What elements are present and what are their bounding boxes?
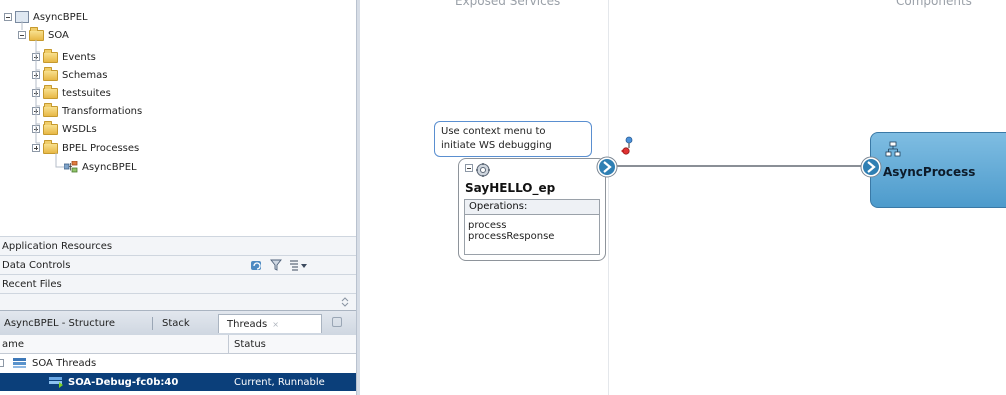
operation-item[interactable]: process	[465, 220, 599, 231]
maximize-icon[interactable]	[332, 317, 342, 327]
component-name: AsyncProcess	[883, 165, 976, 179]
column-header-status[interactable]: Status	[234, 339, 266, 350]
section-data-controls[interactable]: Data Controls	[0, 255, 356, 275]
tab-label: AsyncBPEL - Structure	[4, 318, 116, 329]
thread-group-row[interactable]: SOA Threads	[0, 354, 356, 372]
service-node-sayhello[interactable]: SayHELLO_ep Operations: process processR…	[458, 158, 606, 261]
swimlane-title: Exposed Services	[455, 0, 561, 8]
thread-name: SOA-Debug-fc0b:40	[68, 377, 179, 388]
options-menu-icon[interactable]	[288, 259, 308, 272]
tab-divider	[152, 317, 153, 330]
refresh-icon[interactable]	[250, 259, 264, 272]
close-icon[interactable]: ×	[272, 320, 279, 329]
structure-tabs: AsyncBPEL - Structure Stack Threads ×	[0, 310, 356, 336]
filter-icon[interactable]	[270, 259, 282, 272]
thread-status: Current, Runnable	[234, 377, 325, 388]
tab-label: Stack	[162, 318, 190, 329]
operations-box: Operations: process processResponse	[464, 199, 600, 255]
service-name: SayHELLO_ep	[465, 181, 556, 195]
threads-icon	[13, 358, 26, 368]
tooltip-line: initiate WS debugging	[441, 140, 552, 151]
section-label: Recent Files	[2, 279, 62, 290]
tab-structure[interactable]: AsyncBPEL - Structure	[4, 314, 144, 333]
tab-label: Threads	[227, 318, 268, 330]
collapse-icon[interactable]	[465, 164, 473, 172]
tab-threads[interactable]: Threads ×	[218, 314, 322, 333]
tooltip: Use context menu to initiate WS debuggin…	[434, 121, 592, 157]
component-node-asyncprocess[interactable]: AsyncProcess	[870, 132, 1006, 208]
thread-row-selected[interactable]: SOA-Debug-fc0b:40 Current, Runnable	[0, 373, 356, 391]
thread-icon	[49, 377, 63, 388]
collapse-icon[interactable]	[0, 359, 4, 367]
tooltip-line: Use context menu to	[441, 126, 546, 137]
column-divider[interactable]	[228, 335, 229, 353]
tab-stack[interactable]: Stack	[162, 314, 206, 333]
section-recent-files[interactable]: Recent Files	[0, 274, 356, 294]
header-components: Components	[840, 0, 1006, 14]
web-service-icon	[476, 163, 490, 177]
thread-group-label: SOA Threads	[32, 358, 97, 369]
tree-lines	[21, 21, 64, 168]
section-label: Application Resources	[2, 241, 113, 252]
application-navigator-panel: AsyncBPEL SOA Events Schemas testsuites …	[0, 0, 356, 395]
swimlane-divider	[608, 0, 609, 395]
threads-table-header: ame Status	[0, 335, 356, 354]
tree-label: AsyncBPEL	[82, 161, 137, 173]
bpel-component-icon	[885, 141, 901, 157]
swimlane-title: Components	[896, 0, 972, 8]
service-endpoint-icon[interactable]	[596, 156, 618, 178]
section-label: Data Controls	[2, 260, 71, 271]
wire-connection[interactable]	[617, 165, 863, 167]
scroll-arrows-icon[interactable]	[340, 297, 350, 307]
component-service-connector-icon[interactable]	[860, 156, 882, 178]
breakpoint-icon[interactable]	[618, 136, 638, 158]
operations-header: Operations:	[465, 200, 599, 215]
header-exposed-services: Exposed Services	[360, 0, 606, 14]
operation-item[interactable]: processResponse	[465, 231, 599, 242]
section-empty-area	[0, 293, 356, 311]
column-header-name[interactable]: ame	[2, 339, 24, 350]
section-application-resources[interactable]: Application Resources	[0, 236, 356, 256]
composite-editor-canvas: Exposed Services Components Use context …	[360, 0, 1006, 395]
